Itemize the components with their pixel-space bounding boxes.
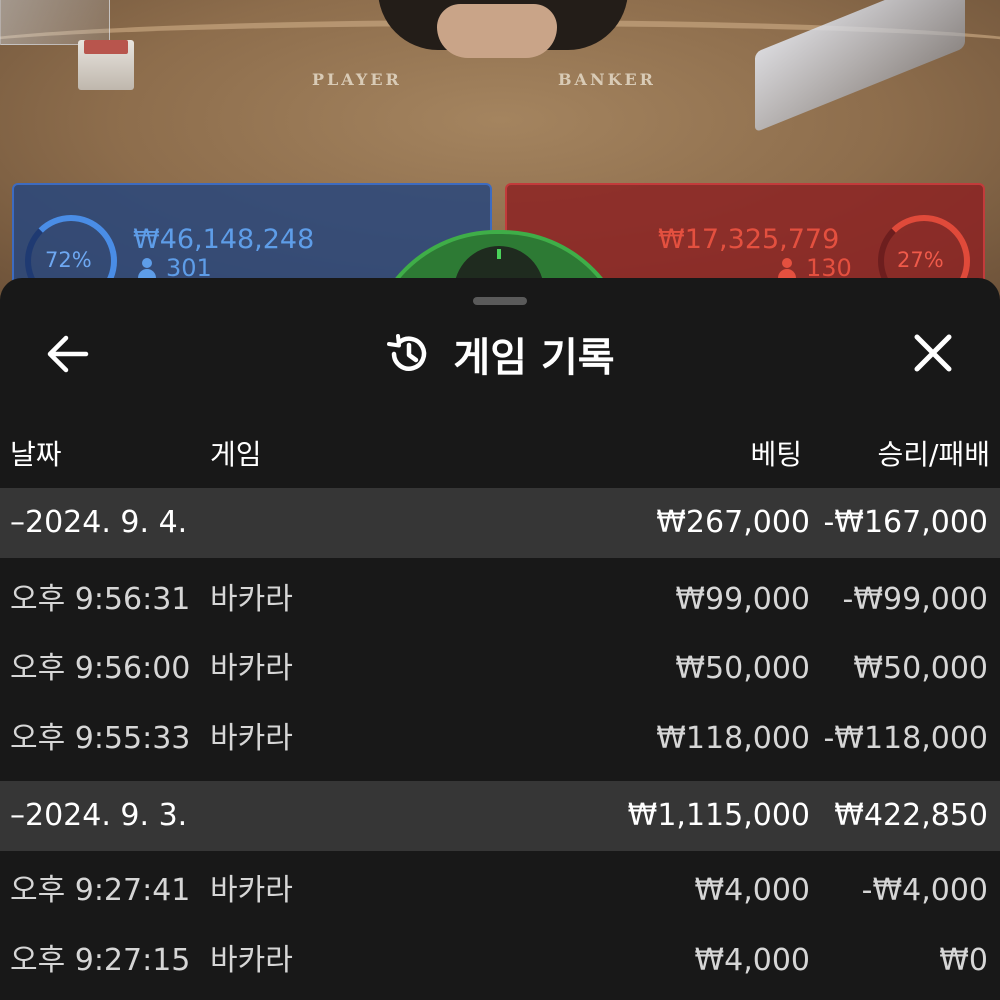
column-header-date: 날짜 [10,438,62,471]
row-time: 오후 9:27:15 [10,943,191,978]
card-deck-top [84,40,128,54]
dealer-hands [437,4,557,58]
round-timer-tick [497,249,501,259]
table-row[interactable]: 오후 9:55:33 바카라 ₩118,000 -₩118,000 [0,704,1000,774]
banker-total-amount: ₩17,325,779 [658,224,840,255]
history-icon [387,334,427,371]
group-date: –2024. 9. 4. [10,505,188,540]
row-bet: ₩4,000 [694,943,810,978]
date-group-row[interactable]: –2024. 9. 4. ₩267,000 -₩167,000 [0,488,1000,558]
row-time: 오후 9:56:00 [10,651,191,686]
group-bet-total: ₩267,000 [656,505,810,540]
row-time: 오후 9:56:31 [10,582,191,617]
group-date: –2024. 9. 3. [10,798,188,833]
player-users-icon [138,258,156,280]
group-result-total: ₩422,850 [834,798,988,833]
group-bet-total: ₩1,115,000 [627,798,810,833]
player-table-label: PLAYER [312,70,402,89]
glass-divider [0,0,110,45]
row-game: 바카라 [210,943,293,978]
row-game: 바카라 [210,721,293,756]
sheet-title: 게임 기록 [453,335,615,381]
table-row[interactable]: 오후 9:56:00 바카라 ₩50,000 ₩50,000 [0,634,1000,704]
row-bet: ₩4,000 [694,873,810,908]
row-result: -₩4,000 [861,873,988,908]
table-row[interactable]: 오후 9:27:15 바카라 ₩4,000 ₩0 [0,926,1000,996]
row-bet: ₩99,000 [675,582,810,617]
date-group-row[interactable]: –2024. 9. 3. ₩1,115,000 ₩422,850 [0,781,1000,851]
player-total-amount: ₩46,148,248 [133,224,315,255]
row-result: -₩99,000 [842,582,988,617]
row-bet: ₩50,000 [675,651,810,686]
row-bet: ₩118,000 [656,721,810,756]
sheet-drag-handle[interactable] [473,297,527,305]
row-game: 바카라 [210,651,293,686]
table-row[interactable]: 오후 9:56:31 바카라 ₩99,000 -₩99,000 [0,565,1000,635]
close-icon [914,334,952,372]
row-time: 오후 9:27:41 [10,873,191,908]
row-result: -₩118,000 [823,721,988,756]
sheet-header: 게임 기록 [0,324,1000,384]
column-header-game: 게임 [210,438,262,471]
close-button[interactable] [908,330,958,378]
column-header-result: 승리/패배 [877,438,990,471]
row-time: 오후 9:55:33 [10,721,191,756]
row-result: ₩50,000 [853,651,988,686]
group-result-total: -₩167,000 [823,505,988,540]
column-header-bet: 베팅 [750,438,802,471]
game-history-sheet: 게임 기록 날짜 게임 베팅 승리/패배 –2024. 9. 4. ₩267,0… [0,278,1000,1000]
banker-users-icon [778,258,796,280]
row-game: 바카라 [210,873,293,908]
banker-percent: 27% [897,248,944,272]
player-percent: 72% [45,248,92,272]
table-row[interactable]: 오후 9:27:41 바카라 ₩4,000 -₩4,000 [0,856,1000,926]
row-game: 바카라 [210,582,293,617]
banker-table-label: BANKER [558,70,656,89]
row-result: ₩0 [939,943,988,978]
